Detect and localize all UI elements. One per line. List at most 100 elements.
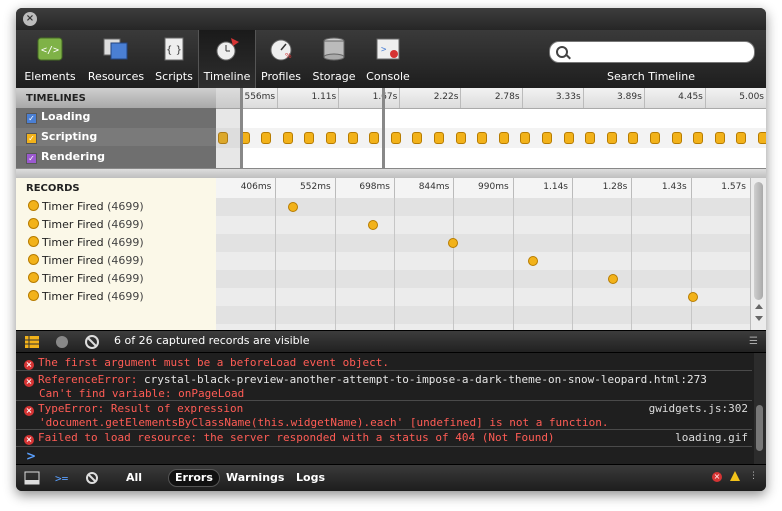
loading-checkbox[interactable]: ✓	[26, 113, 37, 124]
ruler-tick	[521, 88, 523, 108]
tab-profiles[interactable]: % Profiles	[256, 30, 306, 88]
timer-icon	[28, 272, 39, 283]
record-graph-row[interactable]	[216, 234, 750, 252]
grid-line	[631, 198, 633, 330]
console-scrollbar[interactable]	[754, 353, 766, 465]
search-icon	[556, 46, 568, 58]
resize-grip-icon[interactable]: ☰	[749, 336, 758, 347]
ruler-tick	[334, 178, 336, 198]
svg-text:</>: </>	[41, 45, 59, 56]
search-label: Search Timeline	[606, 70, 696, 83]
selection-handle-right[interactable]	[382, 88, 385, 168]
timeline-row-label: Scripting	[41, 130, 98, 143]
tab-storage[interactable]: Storage	[308, 30, 360, 88]
tab-elements[interactable]: </> Elements	[22, 30, 78, 88]
message-text: Can't find variable: onPageLoad	[39, 387, 245, 400]
scroll-thumb[interactable]	[754, 182, 763, 300]
grid-line	[690, 198, 692, 330]
scroll-thumb[interactable]	[756, 405, 763, 451]
record-event-marker[interactable]	[368, 220, 378, 230]
tab-label: Elements	[24, 70, 76, 83]
record-event-marker[interactable]	[448, 238, 458, 248]
timeline-row-scripting[interactable]: ✓ Scripting	[16, 128, 216, 146]
tab-label: Console	[366, 70, 410, 83]
record-graph-row[interactable]	[216, 252, 750, 270]
scripting-event-marker	[714, 132, 725, 144]
ruler-tick-label: 2.22s	[433, 92, 459, 102]
message-source-link[interactable]: gwidgets.js:302	[649, 402, 748, 415]
record-item[interactable]: Timer Fired (4699)	[28, 198, 144, 216]
record-graph-row[interactable]	[216, 216, 750, 234]
grid-line	[572, 198, 573, 330]
profiles-icon: %	[270, 39, 292, 61]
record-event-marker[interactable]	[688, 292, 698, 302]
records-scrollbar[interactable]	[750, 178, 766, 330]
tab-scripts[interactable]: { } Scripts	[152, 30, 196, 88]
message-source-link[interactable]: loading.gif	[675, 431, 748, 444]
dock-icon[interactable]	[24, 471, 40, 485]
message-separator	[16, 400, 752, 401]
record-event-marker[interactable]	[288, 202, 298, 212]
ruler-tick-label: 3.89s	[617, 92, 642, 102]
tab-resources[interactable]: Resources	[82, 30, 150, 88]
tab-console[interactable]: > Console	[362, 30, 414, 88]
record-icon[interactable]	[54, 334, 70, 350]
ruler-tick-label: 1.43s	[661, 182, 687, 192]
timeline-overview-graph	[216, 108, 766, 168]
close-window-button[interactable]: ×	[23, 12, 37, 26]
error-count-icon[interactable]: ×	[712, 472, 722, 482]
record-graph-row[interactable]	[216, 270, 750, 288]
filter-all[interactable]: All	[126, 471, 142, 484]
resize-grip-icon[interactable]: ⋮	[749, 471, 758, 481]
record-item[interactable]: Timer Fired (4699)	[28, 216, 144, 234]
console-toggle-icon[interactable]: >=	[54, 471, 70, 485]
scroll-down-arrow[interactable]	[755, 316, 763, 321]
scripting-event-marker	[477, 132, 488, 144]
record-item[interactable]: Timer Fired (4699)	[28, 234, 144, 252]
filter-errors[interactable]: Errors	[168, 469, 220, 487]
rendering-checkbox[interactable]: ✓	[26, 153, 37, 164]
filter-logs[interactable]: Logs	[296, 471, 325, 484]
selection-handle-left[interactable]	[240, 88, 243, 168]
message-source-link[interactable]: crystal-black-preview-another-attempt-to…	[144, 373, 707, 386]
storage-icon	[323, 37, 345, 61]
svg-text:>: >	[381, 45, 387, 55]
ruler-tick	[572, 178, 573, 198]
message-separator	[16, 429, 752, 430]
clear-icon[interactable]	[84, 334, 100, 350]
elements-icon: </>	[37, 37, 63, 61]
ruler-tick	[582, 88, 584, 108]
record-item[interactable]: Timer Fired (4699)	[28, 252, 144, 270]
clear-console-icon[interactable]	[84, 471, 100, 485]
message-text: Failed to load resource: the server resp…	[38, 431, 555, 444]
filter-warnings[interactable]: Warnings	[226, 471, 284, 484]
console-prompt[interactable]: >	[26, 449, 36, 463]
record-count: (4699)	[107, 254, 144, 267]
timeline-icon	[216, 38, 239, 61]
tab-label: Scripts	[155, 70, 193, 83]
scripting-event-marker	[671, 132, 682, 144]
timeline-row-label: Loading	[41, 110, 91, 123]
record-item[interactable]: Timer Fired (4699)	[28, 288, 144, 306]
error-icon: ×	[24, 360, 34, 370]
timeline-row-rendering[interactable]: ✓ Rendering	[26, 148, 105, 166]
message-text: The first argument must be a beforeLoad …	[38, 356, 389, 369]
record-item[interactable]: Timer Fired (4699)	[28, 270, 144, 288]
scripting-checkbox[interactable]: ✓	[26, 133, 37, 144]
warning-count-icon[interactable]	[730, 471, 740, 481]
scroll-up-arrow[interactable]	[755, 304, 763, 309]
tab-timeline[interactable]: Timeline	[198, 30, 256, 88]
ruler-tick	[512, 178, 514, 198]
ruler-tick	[394, 178, 395, 198]
search-input[interactable]	[549, 41, 755, 63]
scripting-event-marker	[326, 132, 336, 144]
scripting-event-marker	[520, 132, 531, 144]
record-graph-row[interactable]	[216, 288, 750, 306]
record-event-marker[interactable]	[608, 274, 618, 284]
ruler-tick-label: 3.33s	[555, 92, 581, 102]
resources-icon	[103, 38, 128, 60]
toggle-overview-icon[interactable]	[24, 334, 40, 350]
record-event-marker[interactable]	[528, 256, 538, 266]
timeline-row-loading[interactable]: ✓ Loading	[26, 108, 90, 126]
scripting-event-marker	[563, 132, 574, 144]
